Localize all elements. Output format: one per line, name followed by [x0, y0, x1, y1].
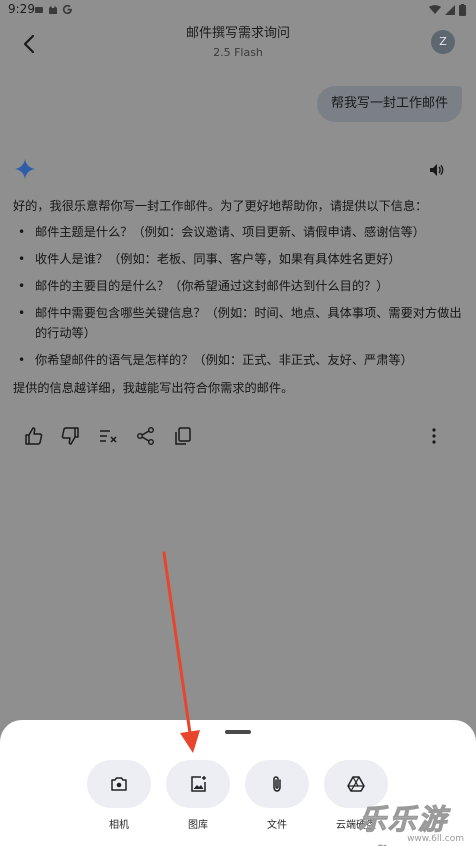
response-body: 好的，我很乐意帮你写一封工作邮件。为了更好地帮助你，请提供以下信息： 邮件主题是…	[13, 196, 465, 404]
gemini-spark-icon	[14, 158, 36, 180]
chat-title: 邮件撰写需求询问	[185, 26, 290, 41]
status-left-icons	[34, 4, 73, 15]
thumbs-up-icon[interactable]	[22, 424, 46, 448]
list-item: 邮件的主要目的是什么？（你希望通过这封邮件达到什么目的？）	[13, 276, 465, 296]
gallery-button[interactable]	[166, 760, 230, 808]
wifi-icon	[429, 5, 441, 14]
camera-icon	[111, 777, 127, 791]
file-button[interactable]	[245, 760, 309, 808]
thumbs-down-icon[interactable]	[58, 424, 82, 448]
drag-handle[interactable]	[225, 730, 251, 734]
watermark: 乐乐游戏 www.6ll.com	[358, 798, 470, 846]
speaker-icon[interactable]	[428, 162, 444, 178]
model-name[interactable]: 2.5 Flash	[0, 46, 476, 59]
signal-icon	[445, 5, 455, 15]
file-label: 文件	[267, 820, 287, 831]
list-item: 你希望邮件的语气是怎样的？（例如：正式、非正式、友好、严肃等）	[13, 350, 465, 370]
camera-label: 相机	[109, 820, 129, 831]
google-icon	[62, 4, 72, 15]
list-item: 邮件中需要包含哪些关键信息？（例如：时间、地点、具体事项、需要对方做出的行动等）	[13, 303, 465, 343]
chat-header: 邮件撰写需求询问 2.5 Flash Z	[0, 22, 476, 66]
gallery-label: 图库	[188, 820, 208, 831]
copy-icon[interactable]	[171, 424, 195, 448]
attachment-bottom-sheet: 相机 图库 文件 云端硬盘 乐乐游戏 www.6ll.com	[0, 720, 476, 846]
share-icon[interactable]	[134, 424, 158, 448]
notification-icon	[35, 6, 43, 13]
battery-icon	[459, 4, 466, 16]
attach-icon	[273, 776, 281, 792]
avatar[interactable]: Z	[431, 30, 455, 54]
list-item: 收件人是谁？（例如：老板、同事、客户等，如果有具体姓名更好）	[13, 249, 465, 269]
response-closing: 提供的信息越详细，我越能写出符合你需求的邮件。	[13, 381, 294, 395]
drive-icon	[347, 776, 365, 792]
status-time: 9:29	[8, 2, 35, 16]
status-bar: 9:29	[0, 0, 476, 22]
camera-button[interactable]	[87, 760, 151, 808]
more-options-icon[interactable]	[422, 424, 446, 448]
user-message-bubble: 帮我写一封工作邮件	[316, 86, 462, 122]
response-intro: 好的，我很乐意帮你写一封工作邮件。为了更好地帮助你，请提供以下信息：	[13, 199, 428, 213]
status-right-icons	[429, 4, 466, 16]
watermark-url: www.6ll.com	[407, 834, 464, 844]
modify-response-icon[interactable]	[96, 424, 120, 448]
cat-icon	[49, 5, 57, 14]
list-item: 邮件主题是什么？（例如：会议邀请、项目更新、请假申请、感谢信等）	[13, 222, 465, 242]
gallery-icon	[191, 776, 206, 792]
response-bullet-list: 邮件主题是什么？（例如：会议邀请、项目更新、请假申请、感谢信等） 收件人是谁？（…	[13, 222, 465, 370]
response-actions	[18, 424, 458, 448]
